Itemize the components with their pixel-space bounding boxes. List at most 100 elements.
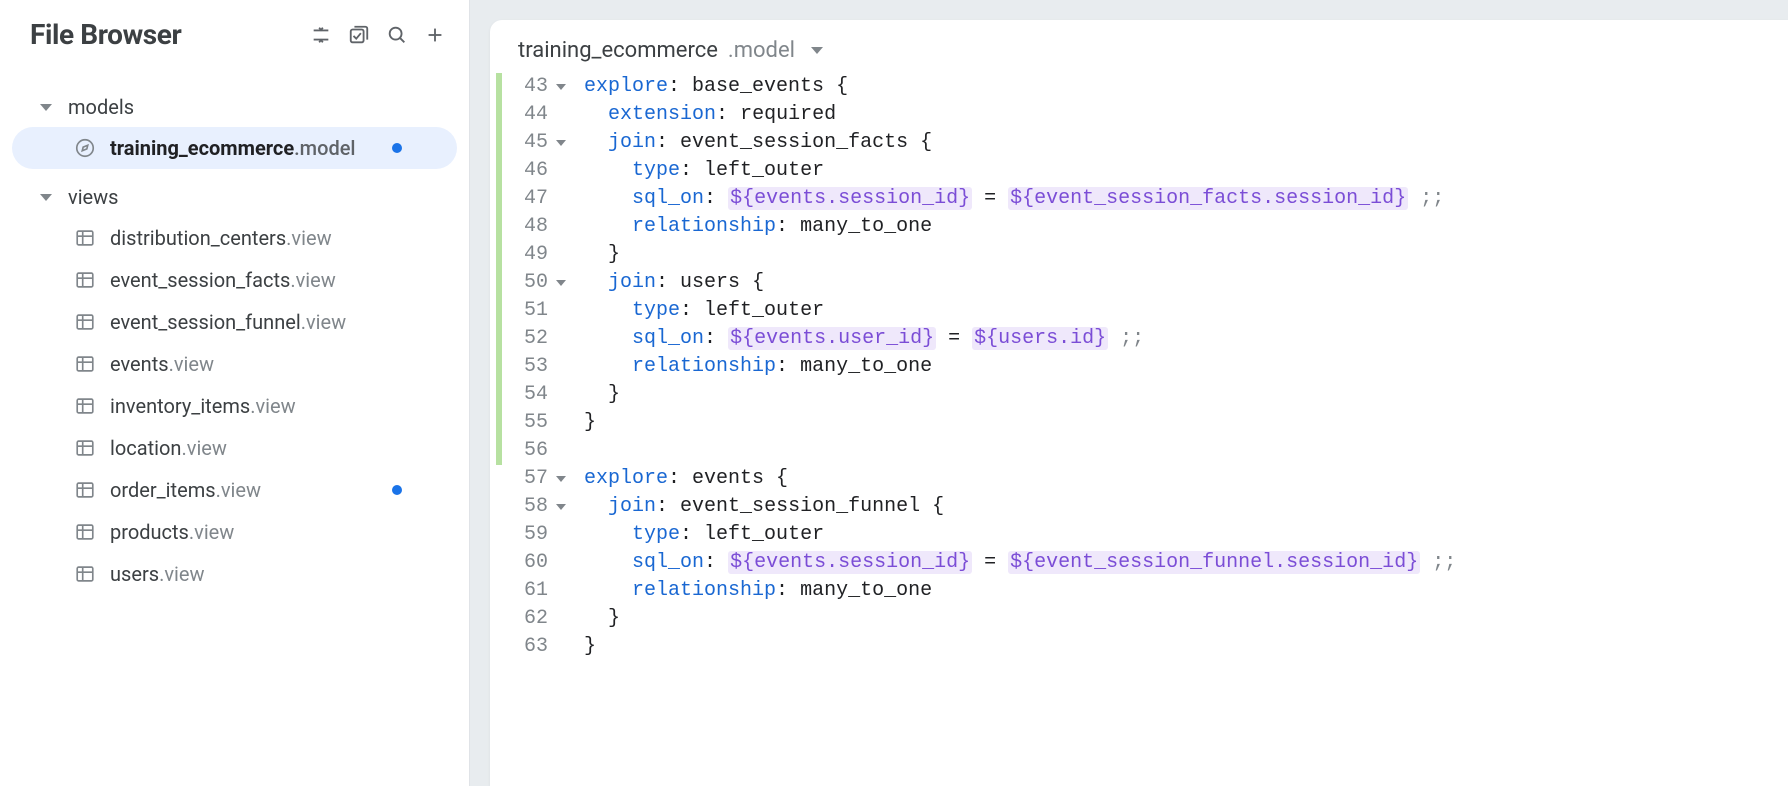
table-icon: [74, 521, 96, 543]
gutter-row: 53: [490, 353, 574, 381]
fold-gutter[interactable]: [554, 280, 574, 286]
fold-gutter[interactable]: [554, 84, 574, 90]
line-number: 51: [502, 297, 554, 325]
code-line[interactable]: [584, 437, 1788, 465]
compass-icon: [74, 137, 96, 159]
code-line[interactable]: }: [584, 633, 1788, 661]
folder-models[interactable]: models: [12, 87, 457, 127]
file-order_items[interactable]: order_items.view: [12, 469, 457, 511]
file-events[interactable]: events.view: [12, 343, 457, 385]
tab-file-ext: .model: [728, 38, 795, 63]
modified-indicator-icon: [392, 143, 402, 153]
gutter-row: 49: [490, 241, 574, 269]
code-line[interactable]: }: [584, 605, 1788, 633]
file-products[interactable]: products.view: [12, 511, 457, 553]
editor-area: training_ecommerce.model 434445464748495…: [470, 0, 1788, 786]
gutter-row: 48: [490, 213, 574, 241]
fold-caret-icon: [556, 504, 566, 510]
code-line[interactable]: type: left_outer: [584, 521, 1788, 549]
gutter-row: 56: [490, 437, 574, 465]
line-number: 50: [502, 269, 554, 297]
code-line[interactable]: sql_on: ${events.session_id} = ${event_s…: [584, 549, 1788, 577]
gutter-row: 61: [490, 577, 574, 605]
gutter-row: 62: [490, 605, 574, 633]
file-tree: modelstraining_ecommerce.modelviewsdistr…: [12, 87, 457, 595]
code-line[interactable]: join: event_session_facts {: [584, 129, 1788, 157]
file-event_session_facts[interactable]: event_session_facts.view: [12, 259, 457, 301]
fold-caret-icon: [556, 280, 566, 286]
editor-tab[interactable]: training_ecommerce.model: [518, 38, 823, 63]
code-line[interactable]: relationship: many_to_one: [584, 213, 1788, 241]
line-number: 45: [502, 129, 554, 157]
code-line[interactable]: }: [584, 409, 1788, 437]
file-ext: .view: [181, 436, 226, 460]
sidebar-actions: [309, 23, 447, 47]
search-icon[interactable]: [385, 23, 409, 47]
code-line[interactable]: join: users {: [584, 269, 1788, 297]
file-name: inventory_items: [110, 394, 250, 418]
line-number: 44: [502, 101, 554, 129]
table-icon: [74, 563, 96, 585]
code-line[interactable]: }: [584, 381, 1788, 409]
line-number: 43: [502, 73, 554, 101]
code-editor[interactable]: 4344454647484950515253545556575859606162…: [490, 73, 1788, 786]
file-ext: .model: [294, 136, 355, 160]
line-number: 58: [502, 493, 554, 521]
code-line[interactable]: relationship: many_to_one: [584, 353, 1788, 381]
collapse-tree-icon[interactable]: [309, 23, 333, 47]
code-line[interactable]: type: left_outer: [584, 297, 1788, 325]
gutter-row: 47: [490, 185, 574, 213]
file-location[interactable]: location.view: [12, 427, 457, 469]
fold-gutter[interactable]: [554, 504, 574, 510]
file-users[interactable]: users.view: [12, 553, 457, 595]
sidebar-title: File Browser: [30, 18, 181, 51]
file-ext: .view: [189, 520, 234, 544]
code-line[interactable]: relationship: many_to_one: [584, 577, 1788, 605]
line-number: 61: [502, 577, 554, 605]
fold-gutter[interactable]: [554, 476, 574, 482]
gutter-row: 43: [490, 73, 574, 101]
code-line[interactable]: explore: base_events {: [584, 73, 1788, 101]
bulk-select-icon[interactable]: [347, 23, 371, 47]
gutter-row: 54: [490, 381, 574, 409]
line-number: 52: [502, 325, 554, 353]
folder-caret-icon: [40, 194, 52, 201]
gutter-row: 51: [490, 297, 574, 325]
file-training_ecommerce[interactable]: training_ecommerce.model: [12, 127, 457, 169]
code-line[interactable]: join: event_session_funnel {: [584, 493, 1788, 521]
code-line[interactable]: sql_on: ${events.user_id} = ${users.id} …: [584, 325, 1788, 353]
code-content[interactable]: explore: base_events { extension: requir…: [574, 73, 1788, 786]
tab-dropdown-icon[interactable]: [811, 47, 823, 54]
file-name: events: [110, 352, 169, 376]
file-event_session_funnel[interactable]: event_session_funnel.view: [12, 301, 457, 343]
file-ext: .view: [250, 394, 295, 418]
file-ext: .view: [159, 562, 204, 586]
fold-caret-icon: [556, 476, 566, 482]
code-line[interactable]: }: [584, 241, 1788, 269]
file-inventory_items[interactable]: inventory_items.view: [12, 385, 457, 427]
code-line[interactable]: extension: required: [584, 101, 1788, 129]
line-number: 62: [502, 605, 554, 633]
code-line[interactable]: explore: events {: [584, 465, 1788, 493]
folder-views[interactable]: views: [12, 177, 457, 217]
gutter-row: 52: [490, 325, 574, 353]
file-ext: .view: [301, 310, 346, 334]
file-ext: .view: [286, 226, 331, 250]
file-distribution_centers[interactable]: distribution_centers.view: [12, 217, 457, 259]
table-icon: [74, 437, 96, 459]
add-file-icon[interactable]: [423, 23, 447, 47]
line-number: 48: [502, 213, 554, 241]
line-number: 56: [502, 437, 554, 465]
gutter-row: 55: [490, 409, 574, 437]
fold-gutter[interactable]: [554, 140, 574, 146]
code-line[interactable]: sql_on: ${events.session_id} = ${event_s…: [584, 185, 1788, 213]
file-name: event_session_facts: [110, 268, 290, 292]
gutter-row: 45: [490, 129, 574, 157]
sidebar-header: File Browser: [12, 18, 457, 63]
fold-caret-icon: [556, 140, 566, 146]
code-line[interactable]: type: left_outer: [584, 157, 1788, 185]
line-number: 49: [502, 241, 554, 269]
table-icon: [74, 395, 96, 417]
gutter-row: 59: [490, 521, 574, 549]
gutter-row: 58: [490, 493, 574, 521]
